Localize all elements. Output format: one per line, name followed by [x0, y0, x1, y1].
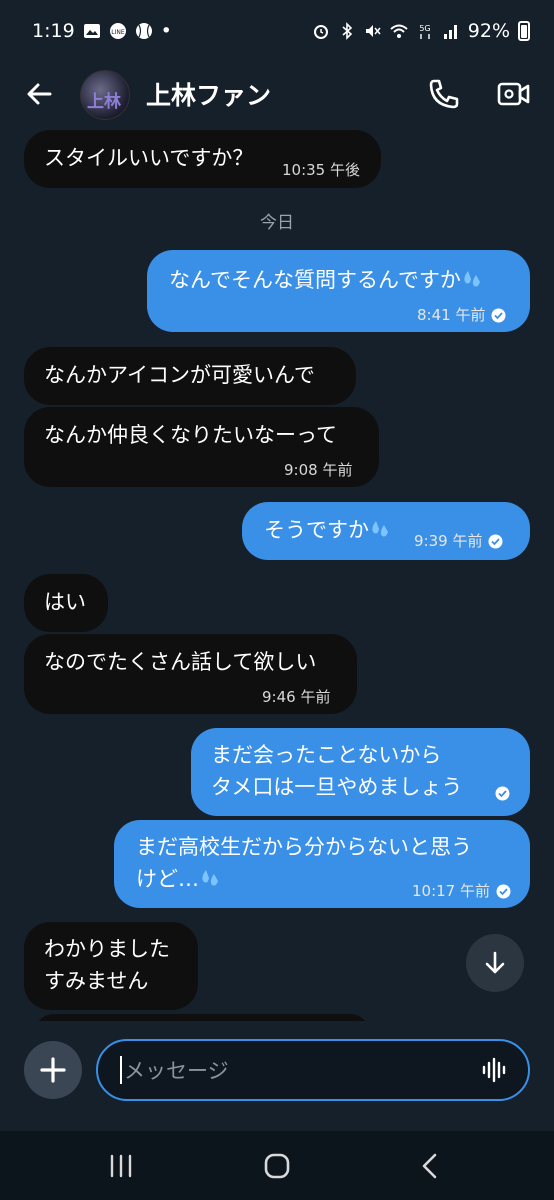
wifi-icon	[390, 24, 408, 38]
message-text-line: すみません	[44, 969, 149, 993]
message-time: 10:35 午後	[282, 161, 360, 179]
read-check-icon	[496, 884, 511, 899]
message-meta: 8:41 午前	[417, 300, 506, 331]
message-text: なんでそんな質問するんですか	[169, 265, 483, 296]
back-nav-icon[interactable]	[414, 1149, 448, 1183]
avatar-text: 上林	[87, 92, 121, 112]
system-navigation-bar	[0, 1131, 554, 1200]
message-composer: メッセージ	[0, 1021, 554, 1131]
recent-apps-icon[interactable]	[104, 1149, 138, 1183]
svg-text:LINE: LINE	[111, 29, 125, 36]
message-text: なんか仲良くなりたいなーって	[44, 423, 337, 447]
message-time: 9:46 午前	[262, 688, 331, 706]
line-icon: LINE	[109, 23, 126, 39]
svg-text:5G: 5G	[419, 24, 430, 33]
mute-icon	[365, 25, 381, 37]
message-bubble-incoming[interactable]: はい	[24, 574, 108, 632]
status-left: 1:19 LINE •	[32, 20, 172, 42]
scroll-to-bottom-button[interactable]	[466, 934, 524, 992]
arrow-down-icon	[485, 951, 505, 974]
message-text-line: タメ口は一旦やめましょう	[211, 775, 463, 799]
message-text-line: まだ高校生だから分からないと思う	[136, 835, 472, 859]
read-check-icon	[491, 308, 506, 323]
message-bubble-outgoing[interactable]: まだ高校生だから分からないと思う けど… 10:17 午前	[114, 820, 530, 908]
status-bar: 1:19 LINE • 5G 92%	[0, 0, 554, 62]
5g-icon: 5G	[419, 24, 430, 39]
gallery-icon	[83, 24, 100, 38]
message-meta: 9:39 午前	[414, 526, 503, 557]
add-attachment-button[interactable]	[24, 1041, 82, 1099]
message-text: スタイルいいですか？	[44, 146, 254, 170]
message-text: そうですか	[264, 515, 391, 546]
message-bubble-outgoing[interactable]: まだ会ったことないから タメ口は一旦やめましょう	[191, 728, 530, 816]
message-meta	[495, 786, 510, 801]
message-bubble-incoming[interactable]: なのでたくさん話して欲しい 9:46 午前	[24, 634, 357, 714]
message-bubble-incoming[interactable]: なんかアイコンが可愛いんで	[24, 347, 356, 405]
phone-icon[interactable]	[426, 76, 462, 112]
message-time: 9:08 午前	[284, 461, 353, 479]
chat-area[interactable]: スタイルいいですか？ 10:35 午後 今日 なんでそんな質問するんですか 8:…	[0, 128, 554, 1021]
status-right: 5G 92%	[312, 20, 530, 42]
message-bubble-incoming[interactable]: スタイルいいですか？ 10:35 午後	[24, 130, 381, 188]
message-bubble-outgoing[interactable]: そうですか 9:39 午前	[242, 502, 530, 560]
message-bubble-incoming-partial[interactable]	[34, 1014, 370, 1021]
message-text: なのでたくさん話して欲しい	[44, 650, 317, 674]
voice-message-icon[interactable]	[482, 1055, 508, 1085]
message-text: はい	[44, 590, 86, 614]
sweat-droplets-icon	[372, 521, 388, 537]
alarm-icon	[313, 25, 328, 39]
sweat-droplets-icon	[464, 271, 480, 287]
message-meta: 10:17 午前	[412, 876, 511, 907]
message-input-placeholder: メッセージ	[124, 1059, 229, 1083]
status-time: 1:19	[32, 20, 75, 42]
sweat-droplets-icon	[202, 870, 218, 886]
date-separator: 今日	[260, 213, 294, 233]
bluetooth-icon	[342, 22, 352, 40]
status-dot: •	[160, 20, 172, 42]
back-arrow-icon[interactable]	[22, 76, 58, 112]
baseball-icon	[135, 23, 152, 39]
avatar[interactable]: 上林	[80, 70, 130, 120]
message-bubble-incoming[interactable]: なんか仲良くなりたいなーって 9:08 午前	[24, 407, 379, 487]
signal-icon	[443, 25, 457, 39]
message-text-line: けど…	[136, 864, 221, 895]
plus-icon	[40, 1057, 66, 1083]
message-bubble-outgoing[interactable]: なんでそんな質問するんですか 8:41 午前	[147, 250, 530, 332]
home-icon[interactable]	[260, 1149, 294, 1183]
read-check-icon	[488, 534, 503, 549]
message-bubble-incoming[interactable]: わかりました すみません	[24, 922, 198, 1010]
read-check-icon	[495, 786, 510, 801]
message-text: なんかアイコンが可愛いんで	[44, 363, 315, 387]
message-input[interactable]: メッセージ	[96, 1039, 530, 1101]
battery-icon	[518, 21, 530, 41]
contact-name[interactable]: 上林ファン	[146, 76, 271, 112]
chat-header: 上林 上林ファン	[0, 62, 554, 128]
message-text-line: まだ会ったことないから	[211, 743, 442, 767]
battery-percent: 92%	[467, 20, 510, 42]
video-call-icon[interactable]	[496, 76, 532, 112]
message-text-line: わかりました	[44, 937, 170, 961]
text-caret	[120, 1056, 122, 1084]
